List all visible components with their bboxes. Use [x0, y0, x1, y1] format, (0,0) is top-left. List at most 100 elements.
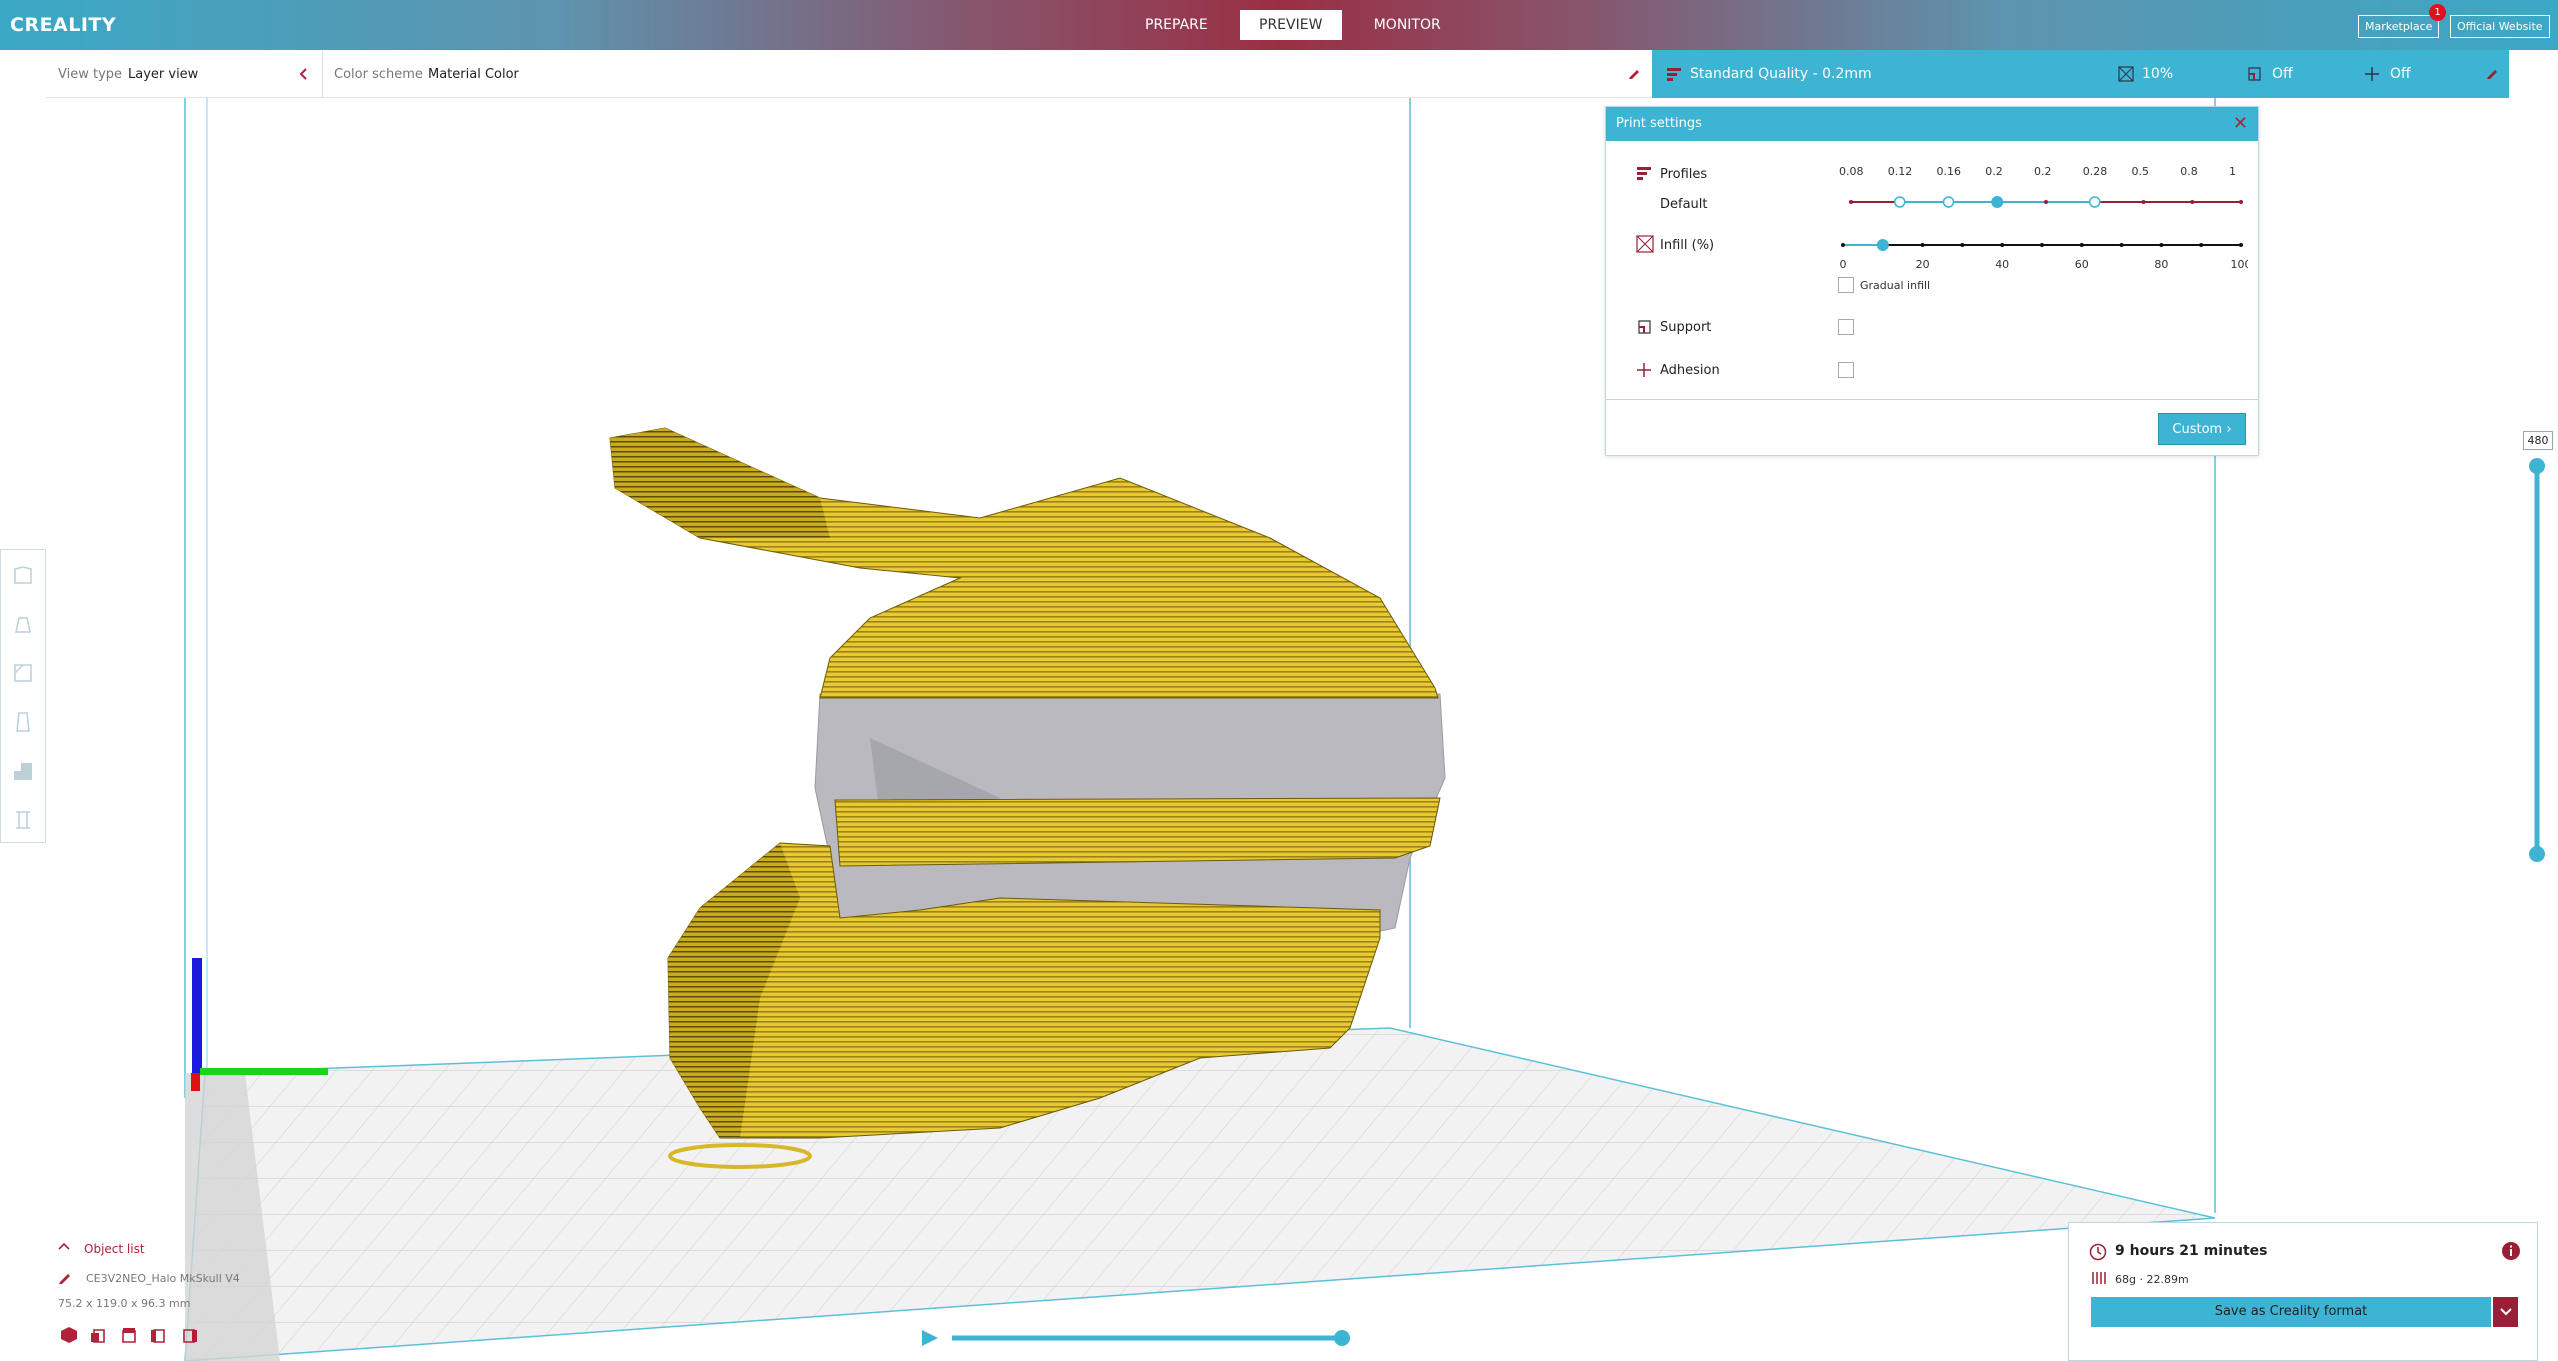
infill-tick-label: 0: [1840, 258, 1847, 271]
move-icon: [14, 565, 32, 584]
creality-logo: CREALITY: [10, 14, 117, 36]
profile-mark[interactable]: [2089, 196, 2101, 208]
material-usage: 68g · 22.89m: [2115, 1273, 2189, 1286]
tab-monitor[interactable]: MONITOR: [1352, 10, 1463, 40]
print-info-panel: 9 hours 21 minutes 68g · 22.89m Save as …: [2068, 1222, 2538, 1361]
chevron-left-icon[interactable]: [298, 68, 308, 80]
play-icon[interactable]: [922, 1330, 938, 1346]
infill-label: Infill (%): [1660, 238, 1715, 253]
panel-divider: [1606, 399, 2258, 400]
infill-tick-mark: [1841, 243, 1845, 247]
infill-icon: [1636, 235, 1654, 253]
layer-value-box[interactable]: 480: [2523, 431, 2553, 450]
support-checkbox[interactable]: [1838, 319, 1854, 335]
profiles-label: Profiles: [1660, 167, 1708, 182]
chevron-up-icon[interactable]: [58, 1242, 70, 1250]
stage-tabs: PREPARE PREVIEW MONITOR: [1123, 10, 1463, 40]
profile-icon: [1667, 68, 1681, 81]
view-type-value[interactable]: Layer view: [128, 67, 198, 82]
object-list-toggle[interactable]: Object list: [84, 1242, 145, 1256]
infill-tick-mark: [2199, 243, 2204, 247]
infill-tick-label: 60: [2075, 258, 2089, 271]
layer-slider-top-handle[interactable]: [2529, 458, 2545, 474]
adhesion-checkbox[interactable]: [1838, 362, 1854, 378]
build-plate: [184, 1027, 2216, 1361]
support-label: Support: [1660, 320, 1712, 335]
profile-tick-label: 0.2: [1985, 165, 2003, 178]
pencil-icon: [59, 1274, 70, 1284]
infill-tick-mark: [2000, 243, 2005, 247]
tab-prepare[interactable]: PREPARE: [1123, 10, 1230, 40]
layer-slider-bottom-handle[interactable]: [2529, 846, 2545, 862]
custom-button[interactable]: Custom ›: [2158, 413, 2246, 445]
3d-view-icon[interactable]: [60, 1326, 78, 1344]
infill-tick-mark: [2040, 243, 2044, 247]
view-orientation-buttons: [60, 1326, 198, 1344]
front-view-icon[interactable]: [90, 1326, 108, 1344]
profile-slider[interactable]: [1846, 187, 2246, 217]
simulation-slider[interactable]: [922, 1330, 1350, 1346]
gradual-infill-checkbox[interactable]: [1838, 277, 1854, 293]
marketplace-button[interactable]: Marketplace: [2358, 15, 2440, 38]
toolbar-divider: [322, 50, 323, 98]
left-tool-strip: [0, 549, 46, 843]
profile-mark[interactable]: [2044, 200, 2048, 204]
per-model-icon: [14, 762, 32, 780]
rotate-tool-button[interactable]: [1, 648, 45, 697]
app-window: CREALITY PREPARE PREVIEW MONITOR Marketp…: [0, 0, 2558, 1361]
pencil-icon[interactable]: [1628, 67, 1640, 79]
profile-mark[interactable]: [2190, 200, 2195, 204]
top-view-icon[interactable]: [120, 1326, 138, 1344]
adhesion-icon: [2365, 67, 2379, 81]
tab-preview[interactable]: PREVIEW: [1239, 10, 1342, 40]
mirror-tool-button[interactable]: [1, 697, 45, 746]
axis-gizmo: [191, 958, 328, 1091]
infill-tick-label: 80: [2154, 258, 2168, 271]
object-name[interactable]: CE3V2NEO_Halo MkSkull V4: [86, 1272, 240, 1285]
support-icon: [1638, 320, 1651, 334]
pencil-icon[interactable]: [2486, 67, 2498, 79]
top-header: CREALITY PREPARE PREVIEW MONITOR Marketp…: [0, 0, 2558, 50]
print-settings-title: Print settings: [1616, 116, 1702, 131]
save-creality-format-button[interactable]: Save as Creality format: [2091, 1297, 2491, 1327]
info-icon[interactable]: [2501, 1241, 2521, 1261]
infill-tick-label: 100: [2231, 258, 2249, 271]
adhesion-icon: [1637, 363, 1651, 377]
official-website-button[interactable]: Official Website: [2450, 15, 2550, 38]
close-icon[interactable]: ✕: [2233, 107, 2248, 141]
profile-mark[interactable]: [1894, 196, 1906, 208]
color-scheme-label: Color scheme: [334, 67, 423, 82]
profile-mark[interactable]: [2141, 200, 2146, 204]
right-view-icon[interactable]: [180, 1326, 198, 1344]
profile-tick-label: 0.08: [1839, 165, 1864, 178]
clock-icon: [2089, 1243, 2107, 1261]
quality-bar[interactable]: Standard Quality - 0.2mm 10% Off Off: [1652, 50, 2509, 98]
layer-slider[interactable]: [2529, 458, 2545, 862]
infill-tick-mark: [1960, 243, 1965, 247]
save-options-dropdown[interactable]: [2493, 1297, 2518, 1327]
profile-tick-label: 0.28: [2082, 165, 2108, 178]
infill-tick-mark: [2159, 243, 2164, 247]
per-model-settings-button[interactable]: [1, 746, 45, 795]
infill-slider-handle[interactable]: [1876, 239, 1889, 251]
object-dimensions: 75.2 x 119.0 x 96.3 mm: [58, 1297, 191, 1310]
profile-tick-label: 0.12: [1887, 165, 1913, 178]
quality-support-value: Off: [2272, 66, 2293, 82]
left-view-icon[interactable]: [150, 1326, 168, 1344]
profile-mark[interactable]: [1849, 200, 1853, 204]
profile-icon: [1637, 167, 1651, 180]
color-scheme-value[interactable]: Material Color: [428, 67, 519, 82]
profile-mark[interactable]: [2239, 200, 2243, 204]
support-blocker-button[interactable]: [1, 795, 45, 844]
simulation-slider-handle[interactable]: [1334, 1330, 1350, 1346]
profile-mark[interactable]: [1942, 196, 1955, 208]
scale-tool-button[interactable]: [1, 599, 45, 648]
move-tool-button[interactable]: [1, 550, 45, 599]
view-toolbar: View type Layer view Color scheme Materi…: [46, 50, 1652, 98]
profile-tick-label: 0.16: [1936, 165, 1962, 178]
view-type-label: View type: [58, 67, 123, 82]
infill-slider[interactable]: 0 20 40 60 80 100: [1838, 235, 2248, 275]
quality-adhesion-value: Off: [2390, 66, 2411, 82]
support-blocker-icon: [16, 810, 30, 829]
profile-mark[interactable]: [1991, 196, 2004, 208]
